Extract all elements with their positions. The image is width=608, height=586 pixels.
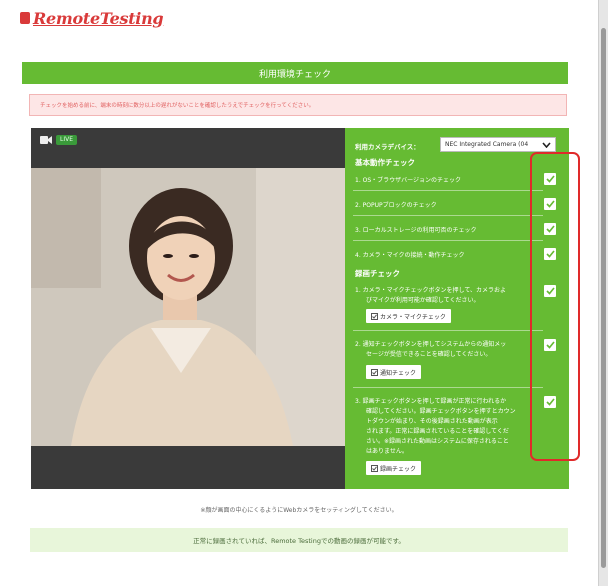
camera-preview: LIVE bbox=[31, 128, 345, 489]
divider bbox=[353, 330, 543, 331]
video-camera-icon bbox=[40, 136, 52, 144]
brand-logo[interactable]: RemoteTesting bbox=[20, 8, 164, 28]
person-image-illustration bbox=[31, 168, 345, 446]
checkbox-icon bbox=[371, 464, 378, 472]
notification-check-button[interactable]: 通知チェック bbox=[366, 365, 422, 379]
brand-name: RemoteTesting bbox=[33, 8, 164, 28]
brand-mark-icon bbox=[20, 12, 30, 24]
record-step-1-line-1: 1. カメラ・マイクチェックボタンを押して、カメラおよ bbox=[355, 287, 507, 294]
section-basic-title: 基本動作チェック bbox=[355, 158, 415, 167]
chevron-down-icon bbox=[542, 142, 551, 148]
checkbox-icon bbox=[371, 368, 378, 376]
webcam-image bbox=[31, 168, 345, 446]
camera-mic-check-label: カメラ・マイクチェック bbox=[380, 313, 446, 321]
check-item-4: 4. カメラ・マイクの接続・動作チェック bbox=[355, 252, 465, 259]
section-record-title: 録画チェック bbox=[355, 269, 400, 278]
checkbox-icon bbox=[371, 312, 378, 320]
recording-check-label: 録画チェック bbox=[380, 465, 417, 473]
record-step-3-line-1: 3. 録画チェックボタンを押して録画が正常に行われるか bbox=[355, 398, 507, 405]
divider bbox=[353, 240, 543, 241]
camera-select-value: NEC Integrated Camera (04 bbox=[445, 141, 529, 148]
check-item-3: 3. ローカルストレージの利用可否のチェック bbox=[355, 227, 477, 234]
app-window: RemoteTesting 利用環境チェック チェックを始める前に、端末の時刻に… bbox=[0, 0, 599, 586]
divider bbox=[353, 387, 543, 388]
record-step-2-line-1: 2. 通知チェックボタンを押してシステムからの通知メッ bbox=[355, 341, 507, 348]
record-step-2-line-2: セージが受信できることを確認してください。 bbox=[366, 351, 492, 358]
record-step-3-line-3: トダウンが始まり、その後録画された動画が表示 bbox=[366, 418, 498, 425]
notification-check-label: 通知チェック bbox=[380, 369, 417, 377]
camera-device-label: 利用カメラデバイス： bbox=[355, 143, 420, 151]
live-badge: LIVE bbox=[56, 135, 78, 145]
scrollbar-thumb[interactable] bbox=[601, 28, 606, 568]
annotation-highlight bbox=[530, 152, 580, 461]
divider bbox=[353, 190, 543, 191]
check-item-2: 2. POPUPブロックのチェック bbox=[355, 202, 437, 209]
warning-banner: チェックを始める前に、端末の時刻に数分以上の遅れがないことを確認したうえでチェッ… bbox=[29, 94, 567, 116]
record-step-1-line-2: びマイクが利用可能か確認してください。 bbox=[366, 297, 480, 304]
page-title: 利用環境チェック bbox=[22, 62, 568, 84]
camera-mic-check-button[interactable]: カメラ・マイクチェック bbox=[366, 309, 451, 323]
record-step-3-line-2: 確認してください。録画チェックボタンを押すとカウン bbox=[366, 408, 516, 415]
record-step-3-line-4: されます。正常に録画されていることを確認してくだ bbox=[366, 428, 509, 435]
divider bbox=[353, 215, 543, 216]
recording-check-button[interactable]: 録画チェック bbox=[366, 461, 422, 475]
check-item-1: 1. OS・ブラウザバージョンのチェック bbox=[355, 177, 462, 184]
camera-position-note: ※顔が画面の中心にくるようにWebカメラをセッティングしてください。 bbox=[200, 507, 398, 514]
record-step-3-line-5: さい。※録画された動画はシステムに保存されること bbox=[366, 438, 509, 445]
camera-device-select[interactable]: NEC Integrated Camera (04 bbox=[440, 137, 556, 152]
record-step-3-line-6: はありません。 bbox=[366, 448, 408, 455]
success-banner: 正常に録画されていれば、Remote Testingでの動画の録画が可能です。 bbox=[30, 528, 568, 552]
